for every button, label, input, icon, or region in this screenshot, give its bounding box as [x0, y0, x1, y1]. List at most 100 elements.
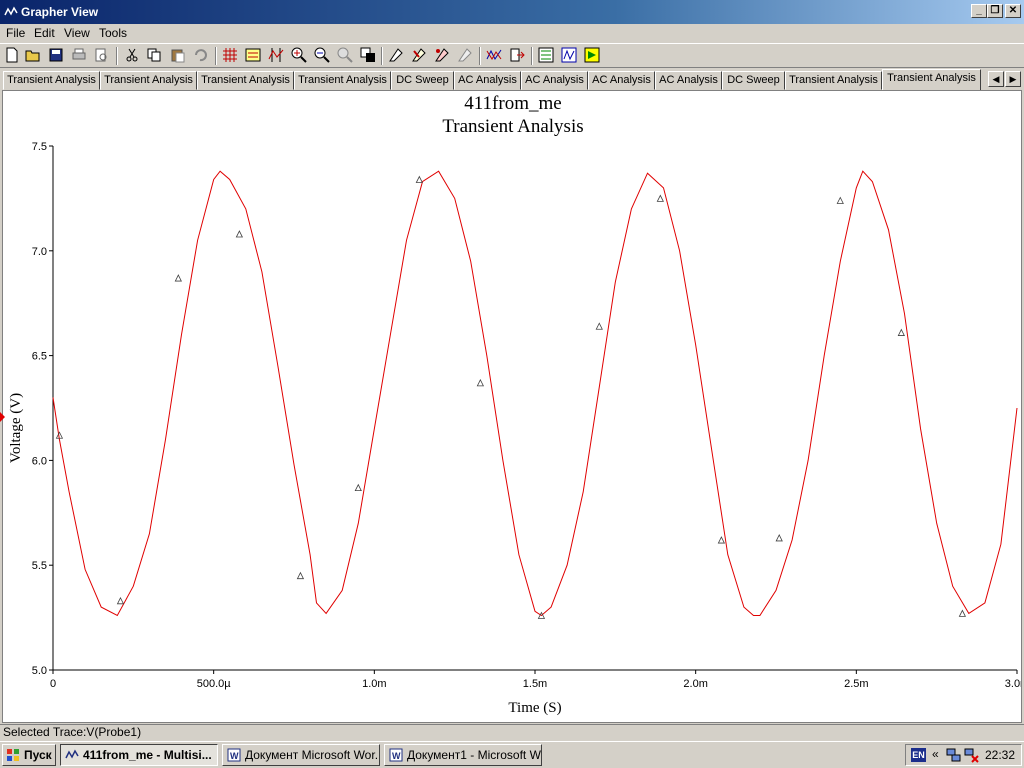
close-button[interactable]: ✕ — [1005, 4, 1021, 18]
data-point-marker — [174, 274, 182, 282]
x-tick-label: 2.0m — [683, 678, 707, 690]
tab-ac-analysis-4[interactable]: AC Analysis — [655, 71, 722, 90]
tab-transient-analysis-3[interactable]: Transient Analysis — [197, 71, 294, 90]
tab-transient-analysis-4[interactable]: Transient Analysis — [294, 71, 391, 90]
export-icon[interactable] — [509, 47, 525, 63]
data-point-marker — [235, 230, 244, 238]
restore-button[interactable]: ❐ — [987, 4, 1003, 18]
mathcad-export-icon[interactable] — [561, 47, 577, 63]
data-point-marker — [595, 322, 603, 330]
selected-trace-marker-icon[interactable] — [0, 412, 5, 422]
cut-icon[interactable] — [124, 47, 140, 63]
legend-icon[interactable] — [245, 47, 261, 63]
toolbar — [0, 43, 1024, 68]
taskbar: Пуск 411from_me - Multisi... W Документ … — [0, 741, 1024, 768]
tab-transient-analysis-2[interactable]: Transient Analysis — [100, 71, 197, 90]
trace-color-icon[interactable] — [434, 47, 450, 63]
taskbar-item-label: Документ1 - Microsoft W... — [407, 748, 542, 762]
toolbar-separator — [479, 47, 481, 65]
labview-export-icon[interactable] — [584, 47, 600, 63]
multisim-icon — [65, 749, 79, 759]
tab-dc-sweep-2[interactable]: DC Sweep — [722, 71, 785, 90]
toolbar-separator — [215, 47, 217, 65]
x-tick-label: 0 — [50, 678, 56, 690]
data-point-marker — [656, 194, 664, 202]
word-icon: W — [389, 748, 403, 762]
system-tray: EN « 22:32 — [905, 744, 1022, 766]
print-icon[interactable] — [71, 47, 87, 63]
undo-icon[interactable] — [192, 47, 208, 63]
paste-icon[interactable] — [170, 47, 186, 63]
reverse-colors-icon[interactable] — [360, 47, 376, 63]
analysis-tabs: Transient Analysis Transient Analysis Tr… — [0, 69, 1024, 90]
new-icon[interactable] — [4, 47, 20, 63]
x-tick-label: 1.5m — [523, 678, 547, 690]
overlay-traces-icon[interactable] — [486, 47, 502, 63]
copy-icon[interactable] — [146, 47, 162, 63]
x-tick-label: 3.0m — [1005, 678, 1021, 690]
tab-transient-analysis-1[interactable]: Transient Analysis — [3, 71, 100, 90]
x-tick-label: 2.5m — [844, 678, 868, 690]
print-preview-icon[interactable] — [93, 47, 109, 63]
graph-pane[interactable]: 411from_me Transient Analysis 0 500.0µ 1.0… — [2, 90, 1022, 723]
y-tick-label: 5.0 — [32, 665, 47, 677]
taskbar-item-label: 411from_me - Multisi... — [83, 748, 212, 762]
tray-expand-icon[interactable]: « — [932, 747, 939, 761]
tab-ac-analysis-1[interactable]: AC Analysis — [454, 71, 521, 90]
menu-edit[interactable]: Edit — [34, 26, 55, 40]
data-point-marker — [476, 378, 485, 387]
open-icon[interactable] — [25, 47, 41, 63]
taskbar-item-word-doc1[interactable]: W Документ1 - Microsoft W... — [384, 744, 542, 766]
window-title: Grapher View — [21, 5, 99, 19]
network-icon[interactable] — [946, 748, 962, 763]
tab-transient-analysis-active[interactable]: Transient Analysis — [882, 69, 981, 90]
window-titlebar[interactable]: Grapher View _ ❐ ✕ — [0, 0, 1024, 24]
data-point-marker — [897, 328, 905, 336]
tab-ac-analysis-2[interactable]: AC Analysis — [521, 71, 588, 90]
tab-scroll-right-icon[interactable]: ▶ — [1005, 71, 1021, 87]
y-tick-label: 7.0 — [32, 246, 47, 258]
menu-file[interactable]: File — [6, 26, 25, 40]
zoom-out-icon[interactable] — [314, 47, 330, 63]
word-icon: W — [227, 748, 241, 762]
excel-export-icon[interactable] — [538, 47, 554, 63]
toolbar-separator — [381, 47, 383, 65]
trace-style-icon[interactable] — [457, 47, 473, 63]
zoom-in-icon[interactable] — [291, 47, 307, 63]
svg-text:W: W — [230, 751, 239, 761]
selected-trace-status: Selected Trace:V(Probe1) — [3, 725, 142, 739]
x-tick-label: 1.0m — [362, 678, 386, 690]
language-indicator[interactable]: EN — [911, 748, 926, 762]
y-tick-label: 6.5 — [32, 351, 47, 363]
grid-icon[interactable] — [222, 47, 238, 63]
start-button[interactable]: Пуск — [2, 744, 56, 766]
windows-flag-icon — [7, 749, 19, 761]
tab-ac-analysis-3[interactable]: AC Analysis — [588, 71, 655, 90]
cursors-icon[interactable] — [268, 47, 284, 63]
y-axis-label: Voltage (V) — [8, 393, 24, 463]
tab-scroll-left-icon[interactable]: ◀ — [988, 71, 1004, 87]
save-icon[interactable] — [48, 47, 64, 63]
clock: 22:32 — [984, 748, 1015, 762]
y-tick-label: 6.0 — [32, 455, 47, 467]
properties-icon[interactable] — [388, 47, 404, 63]
network-disconnected-icon[interactable] — [964, 748, 980, 763]
tab-transient-analysis-5[interactable]: Transient Analysis — [785, 71, 882, 90]
data-point-marker — [775, 534, 783, 542]
data-point-marker — [415, 175, 423, 183]
menu-view[interactable]: View — [64, 26, 90, 40]
data-point-marker — [958, 609, 967, 617]
taskbar-item-multisim[interactable]: 411from_me - Multisi... — [60, 744, 218, 766]
x-tick-label: 500.0µ — [197, 678, 232, 690]
svg-text:W: W — [392, 751, 401, 761]
minimize-button[interactable]: _ — [971, 4, 987, 18]
status-bar: Selected Trace:V(Probe1) — [0, 724, 1024, 741]
data-point-marker — [354, 483, 362, 492]
taskbar-item-word-doc[interactable]: W Документ Microsoft Wor... — [222, 744, 380, 766]
select-trace-icon[interactable] — [411, 47, 427, 63]
menu-tools[interactable]: Tools — [99, 26, 127, 40]
zoom-full-icon[interactable] — [337, 47, 353, 63]
tab-dc-sweep-1[interactable]: DC Sweep — [391, 71, 454, 90]
data-point-marker — [296, 571, 305, 580]
transient-chart[interactable]: 0 500.0µ 1.0m 1.5m 2.0m 2.5m 3.0m 5.0 5.5 6.0 6.5 7… — [3, 91, 1021, 722]
